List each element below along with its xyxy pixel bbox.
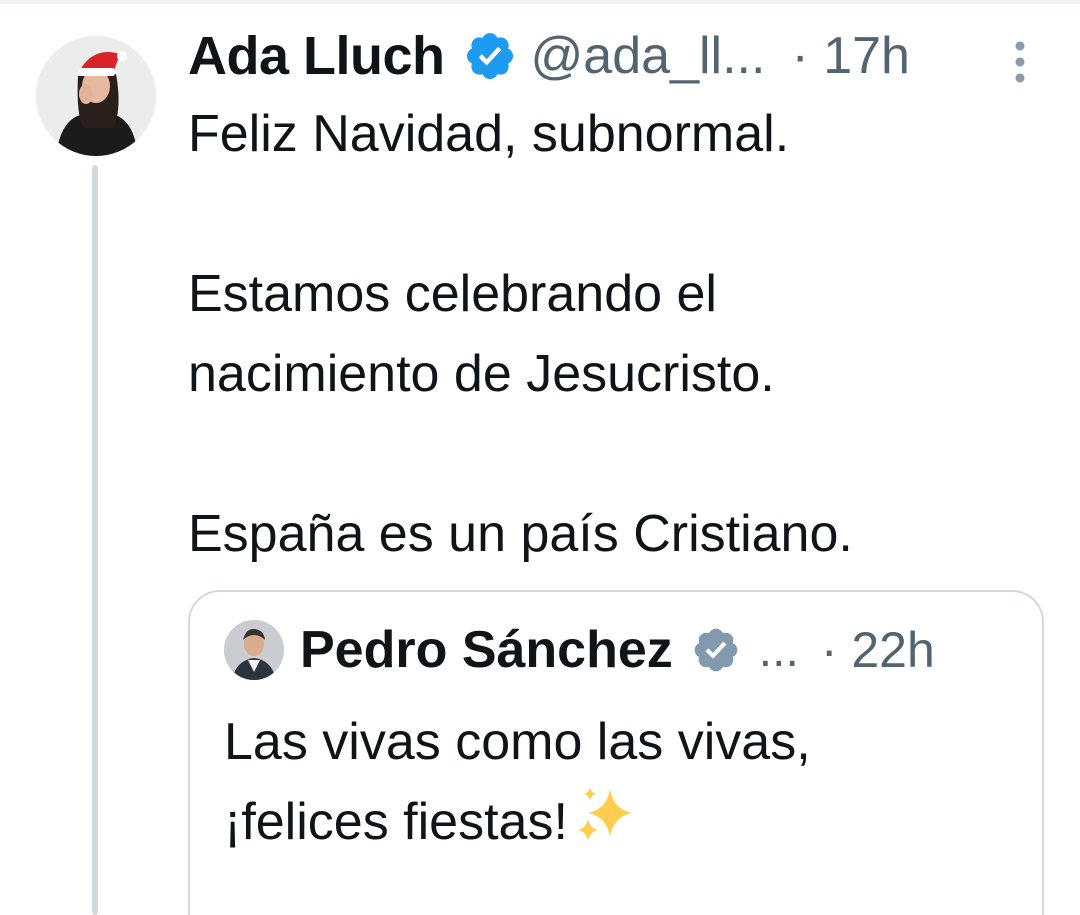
- author-handle[interactable]: @ada_ll...: [531, 26, 766, 86]
- quoted-avatar-portrait: [224, 620, 284, 680]
- quoted-tweet-header: Pedro Sánchez ... · 22h: [300, 618, 935, 682]
- thread-connector-line: [92, 165, 98, 915]
- tweet-header: Ada Lluch @ada_ll... · 17h: [188, 24, 910, 88]
- tweet-body: Feliz Navidad, subnormal. Estamos celebr…: [188, 94, 1048, 574]
- quoted-author-avatar: [224, 620, 284, 680]
- tweet-blank-line: [188, 174, 1048, 254]
- tweet-text-line: España es un país Cristiano.: [188, 505, 853, 563]
- quoted-text-line: Las vivas como las vivas,: [224, 713, 811, 771]
- tweet-text-line: Estamos celebrando el: [188, 265, 717, 323]
- quoted-tweet-card[interactable]: Pedro Sánchez ... · 22h Las vivas como l…: [188, 590, 1044, 915]
- verified-badge-grey-icon: [694, 628, 738, 672]
- quoted-text-line-with-emoji: ¡felices fiestas!: [224, 782, 1014, 862]
- tweet-text-line: Feliz Navidad, subnormal.: [188, 105, 790, 163]
- author-display-name[interactable]: Ada Lluch: [188, 25, 445, 87]
- more-vertical-icon[interactable]: [1004, 40, 1036, 84]
- tweet-thread: Ada Lluch @ada_ll... · 17h Feliz Navidad…: [0, 0, 1080, 915]
- verified-badge-icon: [466, 32, 513, 80]
- tweet-text-line: nacimiento de Jesucristo.: [188, 345, 775, 403]
- quoted-text-line: ¡felices fiestas!: [224, 793, 568, 851]
- quoted-handle-ellipsis: ...: [758, 623, 799, 677]
- quoted-tweet-timestamp: · 22h: [820, 622, 935, 678]
- quoted-author-display-name: Pedro Sánchez: [300, 621, 673, 679]
- sparkles-icon: [577, 787, 632, 841]
- quoted-tweet-body: Las vivas como las vivas, ¡felices fiest…: [224, 702, 1014, 862]
- author-avatar[interactable]: [36, 36, 156, 156]
- tweet-blank-line: [188, 414, 1048, 494]
- tweet-timestamp[interactable]: · 17h: [791, 26, 910, 86]
- avatar-santa-hat: [36, 36, 156, 156]
- top-divider: [0, 0, 1080, 4]
